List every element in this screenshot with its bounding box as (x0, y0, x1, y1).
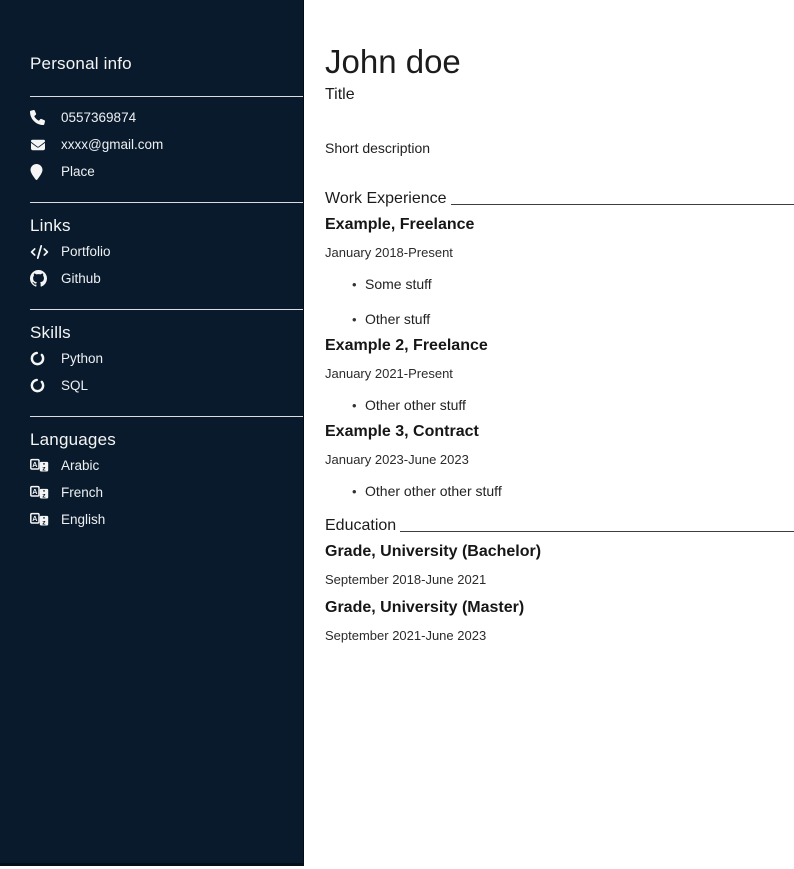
skill-label: SQL (61, 378, 88, 393)
contact-list: 0557369874 xxxx@gmail.com Place (30, 104, 285, 185)
circle-notch-icon (30, 351, 52, 366)
main-content: John doe Title Short description Work Ex… (304, 0, 794, 869)
phone-icon (30, 110, 52, 125)
contact-place: Place (30, 158, 285, 185)
entry-title: Grade, University (Bachelor) (325, 543, 794, 561)
link-portfolio[interactable]: Portfolio (30, 238, 285, 265)
svg-text:A: A (32, 514, 37, 523)
work-experience-heading: Work Experience (325, 188, 447, 209)
skill-label: Python (61, 351, 103, 366)
svg-text:z: z (42, 492, 46, 499)
sidebar: Personal info 0557369874 xxxx@gmail.com … (0, 0, 304, 866)
entry-title: Example 3, Contract (325, 423, 794, 441)
entry-bullets: Other other stuff (325, 397, 794, 413)
place-label: Place (61, 164, 95, 179)
bullet-item: Other other other stuff (352, 483, 794, 499)
section-rule (400, 531, 794, 532)
language-icon: Az (30, 485, 52, 500)
entry-period: January 2018-Present (325, 245, 794, 260)
svg-text:z: z (42, 519, 46, 526)
language-label: French (61, 485, 103, 500)
svg-text:A: A (32, 487, 37, 496)
education-header: Education (325, 515, 794, 536)
skill-sql: SQL (30, 372, 285, 399)
entry-period: January 2023-June 2023 (325, 452, 794, 467)
entry-period: September 2021-June 2023 (325, 628, 794, 643)
sidebar-divider (30, 96, 303, 97)
skill-python: Python (30, 345, 285, 372)
code-icon (30, 245, 52, 259)
language-arabic: Az Arabic (30, 452, 285, 479)
personal-info-heading: Personal info (30, 54, 285, 74)
phone-number: 0557369874 (61, 110, 136, 125)
education-heading: Education (325, 515, 396, 536)
person-title: Title (325, 86, 794, 104)
bullet-item: Some stuff (352, 276, 794, 292)
bullet-item: Other stuff (352, 311, 794, 327)
education-entries: Grade, University (Bachelor) September 2… (325, 543, 794, 643)
language-icon: Az (30, 458, 52, 473)
section-rule (451, 204, 794, 205)
bullet-item: Other other stuff (352, 397, 794, 413)
sidebar-divider (30, 416, 303, 417)
language-label: Arabic (61, 458, 99, 473)
circle-notch-icon (30, 378, 52, 393)
work-entry: Example 3, Contract January 2023-June 20… (325, 423, 794, 499)
links-list: Portfolio Github (30, 238, 285, 292)
entry-title: Example, Freelance (325, 216, 794, 234)
link-github[interactable]: Github (30, 265, 285, 292)
contact-email: xxxx@gmail.com (30, 131, 285, 158)
work-entry: Example 2, Freelance January 2021-Presen… (325, 337, 794, 413)
skills-heading: Skills (30, 323, 285, 343)
short-description: Short description (325, 140, 794, 156)
resume-page: Personal info 0557369874 xxxx@gmail.com … (0, 0, 794, 869)
contact-phone: 0557369874 (30, 104, 285, 131)
person-name: John doe (325, 45, 794, 78)
work-experience-header: Work Experience (325, 188, 794, 209)
entry-period: September 2018-June 2021 (325, 572, 794, 587)
entry-title: Example 2, Freelance (325, 337, 794, 355)
links-heading: Links (30, 216, 285, 236)
svg-text:A: A (32, 460, 37, 469)
language-french: Az French (30, 479, 285, 506)
skills-list: Python SQL (30, 345, 285, 399)
entry-title: Grade, University (Master) (325, 599, 794, 617)
email-icon (30, 138, 52, 152)
svg-text:z: z (42, 465, 46, 472)
github-link-label: Github (61, 271, 101, 286)
github-icon (30, 270, 52, 287)
entry-bullets: Some stuff Other stuff (325, 276, 794, 327)
language-english: Az English (30, 506, 285, 533)
languages-list: Az Arabic Az French Az English (30, 452, 285, 533)
languages-heading: Languages (30, 430, 285, 450)
portfolio-link-label: Portfolio (61, 244, 111, 259)
entry-bullets: Other other other stuff (325, 483, 794, 499)
sidebar-divider (30, 309, 303, 310)
location-icon (30, 164, 52, 180)
work-entry: Example, Freelance January 2018-Present … (325, 216, 794, 327)
language-icon: Az (30, 512, 52, 527)
language-label: English (61, 512, 105, 527)
sidebar-divider (30, 202, 303, 203)
email-address: xxxx@gmail.com (61, 137, 163, 152)
entry-period: January 2021-Present (325, 366, 794, 381)
